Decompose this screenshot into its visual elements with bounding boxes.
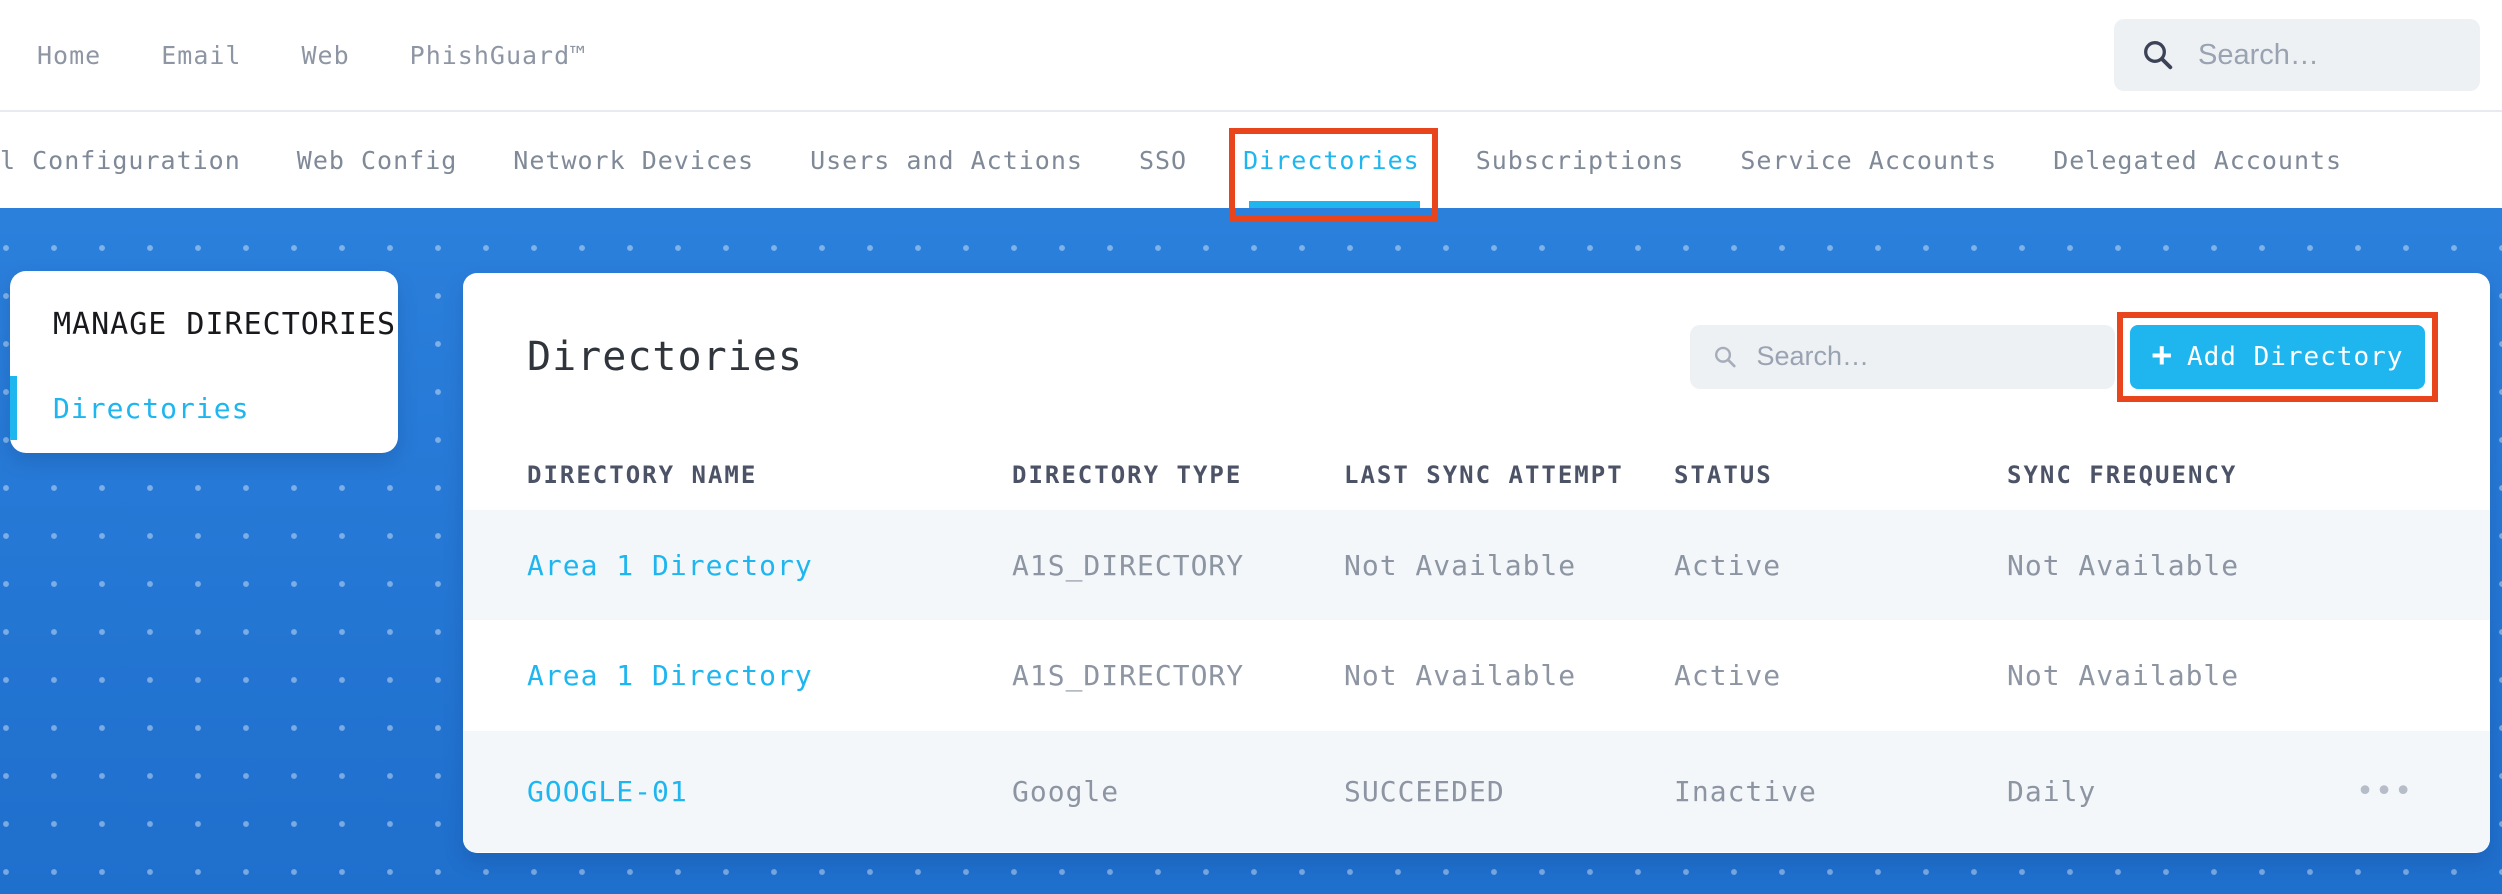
manage-directories-card: MANAGE DIRECTORIES Directories [10,271,398,453]
card-header-actions: + Add Directory [1690,311,2438,402]
secondary-tab-bar: l Configuration Web Config Network Devic… [0,112,2502,222]
tab-delegated-accounts[interactable]: Delegated Accounts [2053,112,2342,208]
add-directory-label: Add Directory [2186,341,2404,372]
directories-search[interactable] [1690,324,2115,389]
tab-users-and-actions[interactable]: Users and Actions [810,112,1083,208]
table-row: Area 1 Directory A1S_DIRECTORY Not Avail… [463,620,2490,731]
last-sync-cell: Not Available [1344,548,1577,582]
directories-card-header: Directories + Add Directory [463,273,2490,440]
sync-frequency-cell: Not Available [2007,548,2240,582]
status-cell: Active [1674,548,1782,582]
directory-name-link[interactable]: GOOGLE-01 [527,775,1012,808]
sync-frequency-cell: Daily [2007,775,2097,808]
row-menu-icon[interactable]: ••• [2356,774,2413,809]
directories-card: Directories + Add Directory [463,273,2490,853]
add-directory-button[interactable]: + Add Directory [2130,324,2425,389]
sidebar-item-label: Directories [53,391,250,425]
manage-directories-heading: MANAGE DIRECTORIES [53,307,397,342]
directory-name-link[interactable]: Area 1 Directory [527,549,1012,582]
tab-web-config[interactable]: Web Config [297,112,458,208]
global-search-input[interactable] [2198,38,2454,72]
col-directory-name: DIRECTORY NAME [527,461,758,489]
content-area: MANAGE DIRECTORIES Directories Directori… [0,208,2502,894]
search-icon [1714,346,1736,367]
directories-table: DIRECTORY NAME DIRECTORY TYPE LAST SYNC … [463,440,2490,852]
col-status: STATUS [1674,461,1773,489]
status-cell: Inactive [1674,775,1817,808]
tab-directories-label: Directories [1243,145,1420,175]
tab-sso[interactable]: SSO [1139,112,1187,208]
col-sync-frequency: SYNC FREQUENCY [2007,461,2238,489]
top-nav-bar: Home Email Web PhishGuard™ [0,0,2502,112]
directory-name-link[interactable]: Area 1 Directory [527,659,1012,692]
sync-frequency-cell: Not Available [2007,659,2240,692]
plus-icon: + [2151,334,2173,375]
tab-email-configuration[interactable]: l Configuration [0,112,241,208]
col-last-sync-attempt: LAST SYNC ATTEMPT [1344,461,1624,489]
page-title: Directories [527,333,803,380]
directory-type-cell: Google [1012,775,1120,808]
sidebar-item-directories[interactable]: Directories [10,376,398,440]
status-cell: Active [1674,659,1782,692]
last-sync-cell: Not Available [1344,659,1577,692]
nav-item-phishguard[interactable]: PhishGuard™ [410,41,587,70]
col-directory-type: DIRECTORY TYPE [1012,461,1243,489]
nav-item-email[interactable]: Email [161,41,241,70]
nav-item-home[interactable]: Home [37,41,101,70]
last-sync-cell: SUCCEEDED [1344,775,1505,808]
active-tab-underline [1249,201,1420,208]
tab-directories[interactable]: Directories [1229,112,1438,222]
table-row: GOOGLE-01 Google SUCCEEDED Inactive Dail… [463,731,2490,852]
directories-search-input[interactable] [1756,341,2093,372]
search-icon [2144,41,2173,70]
directory-type-cell: A1S_DIRECTORY [1012,548,1245,582]
add-directory-wrap: + Add Directory [2117,311,2438,402]
table-row: Area 1 Directory A1S_DIRECTORY Not Avail… [463,510,2490,620]
nav-item-web[interactable]: Web [301,41,349,70]
tab-subscriptions[interactable]: Subscriptions [1476,112,1685,208]
tab-service-accounts[interactable]: Service Accounts [1740,112,1997,208]
directory-type-cell: A1S_DIRECTORY [1012,659,1245,692]
global-search[interactable] [2114,19,2480,91]
app-window: Home Email Web PhishGuard™ l Configurati… [0,0,2502,894]
tab-network-devices[interactable]: Network Devices [513,112,754,208]
table-header-row: DIRECTORY NAME DIRECTORY TYPE LAST SYNC … [463,440,2490,510]
primary-nav: Home Email Web PhishGuard™ [37,41,586,70]
